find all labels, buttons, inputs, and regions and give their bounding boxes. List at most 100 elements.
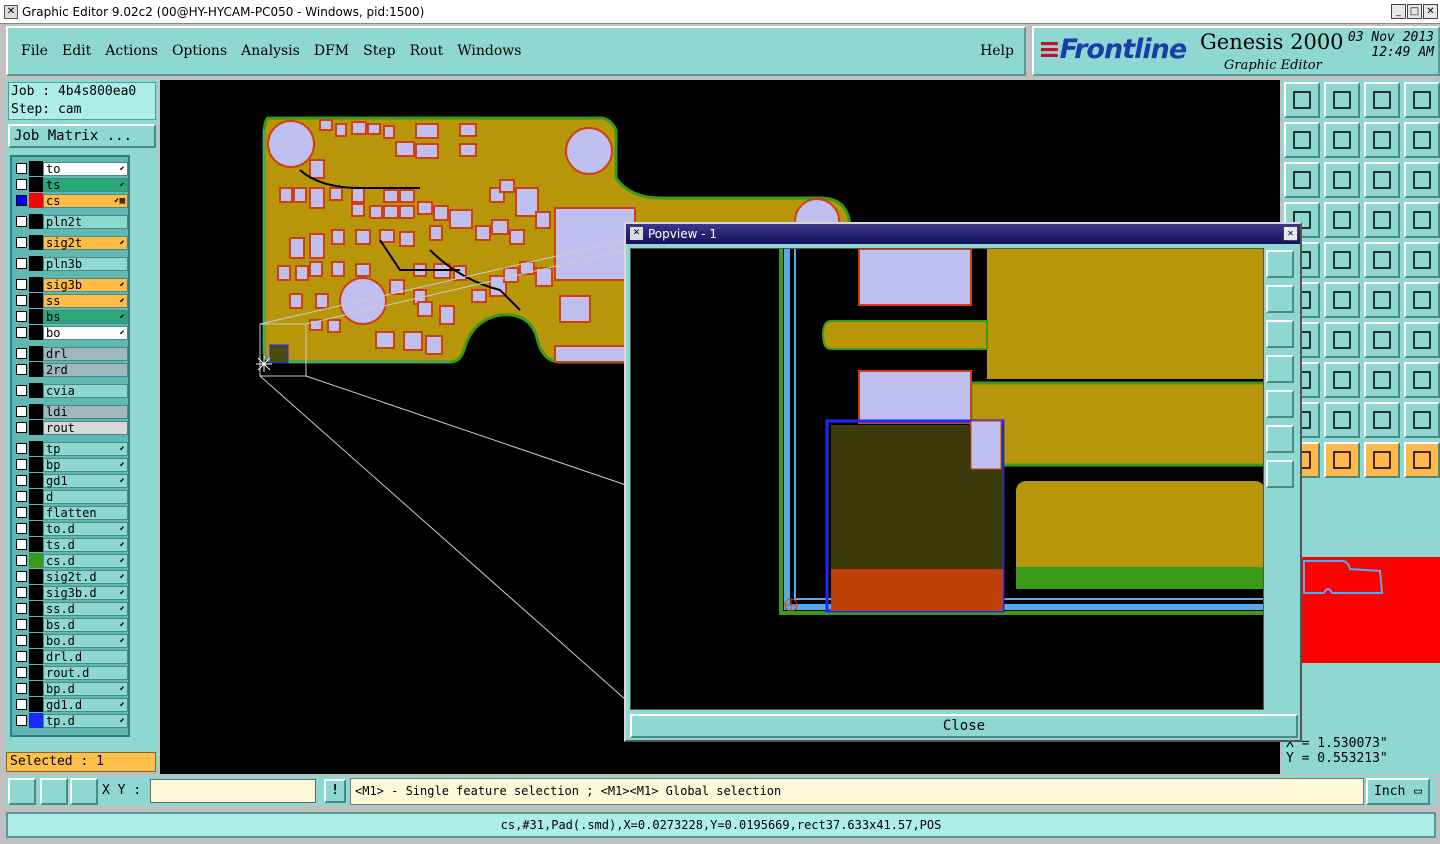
alert-icon[interactable]: ! bbox=[324, 779, 346, 803]
move-icon[interactable] bbox=[1324, 282, 1360, 318]
layer-row[interactable]: sig2t.d ⬋ bbox=[14, 569, 128, 584]
layer-color-swatch[interactable] bbox=[29, 362, 43, 377]
layer-color-swatch[interactable] bbox=[29, 256, 43, 271]
layer-checkbox[interactable] bbox=[16, 459, 27, 470]
layer-color-swatch[interactable] bbox=[29, 649, 43, 664]
layer-name[interactable]: to ⬋ bbox=[43, 161, 128, 176]
help-icon[interactable] bbox=[1404, 162, 1440, 198]
copy-icon[interactable] bbox=[1404, 362, 1440, 398]
layer-color-swatch[interactable] bbox=[29, 633, 43, 648]
cursor2-icon[interactable] bbox=[1324, 442, 1360, 478]
units-select[interactable]: Inch ▭ bbox=[1366, 778, 1430, 805]
layer-name[interactable]: cs ⬋▦ bbox=[43, 193, 128, 208]
layer-up-icon[interactable] bbox=[1284, 82, 1320, 118]
layer-row[interactable]: drl bbox=[14, 346, 128, 361]
connect-icon[interactable] bbox=[1364, 282, 1400, 318]
popview-close-button[interactable]: Close bbox=[630, 714, 1298, 738]
layer-color-swatch[interactable] bbox=[29, 404, 43, 419]
layer-checkbox[interactable] bbox=[16, 635, 27, 646]
layer-row[interactable]: sig2t ⬋ bbox=[14, 235, 128, 250]
layer-row[interactable]: ldi bbox=[14, 404, 128, 419]
layer-name[interactable]: cs.d ⬋ bbox=[43, 553, 128, 568]
job-matrix-button[interactable]: Job Matrix ... bbox=[8, 124, 156, 148]
select-tool2-icon[interactable] bbox=[1404, 202, 1440, 238]
layer-color-swatch[interactable] bbox=[29, 585, 43, 600]
layer-checkbox[interactable] bbox=[16, 587, 27, 598]
layer-color-swatch[interactable] bbox=[29, 441, 43, 456]
menu-file[interactable]: File bbox=[14, 43, 55, 59]
layer-checkbox[interactable] bbox=[16, 311, 27, 322]
layer-color-swatch[interactable] bbox=[29, 214, 43, 229]
layer-name[interactable]: drl.d bbox=[43, 649, 128, 664]
horizontal-icon[interactable] bbox=[1324, 362, 1360, 398]
layer-row[interactable]: bp ⬋ bbox=[14, 457, 128, 472]
layer-row[interactable]: flatten bbox=[14, 505, 128, 520]
arrow-triangle2-icon[interactable] bbox=[1404, 402, 1440, 438]
layer-checkbox[interactable] bbox=[16, 385, 27, 396]
layer-name[interactable]: rout.d bbox=[43, 665, 128, 680]
layer-name[interactable]: ts ⬋ bbox=[43, 177, 128, 192]
layer-row[interactable]: rout bbox=[14, 420, 128, 435]
panel-icon[interactable] bbox=[1404, 82, 1440, 118]
layer-color-swatch[interactable] bbox=[29, 383, 43, 398]
arc-icon[interactable] bbox=[1364, 322, 1400, 358]
layer-checkbox[interactable] bbox=[16, 258, 27, 269]
layer-row[interactable]: bo ⬋ bbox=[14, 325, 128, 340]
layer-checkbox[interactable] bbox=[16, 699, 27, 710]
pan-left-icon[interactable] bbox=[1284, 122, 1320, 158]
minimap[interactable] bbox=[1302, 557, 1440, 663]
layer-checkbox[interactable] bbox=[16, 295, 27, 306]
layer-color-swatch[interactable] bbox=[29, 346, 43, 361]
layer-name[interactable]: bo ⬋ bbox=[43, 325, 128, 340]
maximize-button[interactable]: □ bbox=[1407, 4, 1422, 19]
layer-row[interactable]: ts ⬋ bbox=[14, 177, 128, 192]
layer-row[interactable]: drl.d bbox=[14, 649, 128, 664]
zoom-area-icon[interactable] bbox=[8, 778, 36, 805]
layer-name[interactable]: sig3b.d ⬋ bbox=[43, 585, 128, 600]
layer-name[interactable]: ts.d ⬋ bbox=[43, 537, 128, 552]
layer-name[interactable]: ldi bbox=[43, 404, 128, 419]
measure-icon[interactable] bbox=[1364, 362, 1400, 398]
layer-name[interactable]: d bbox=[43, 489, 128, 504]
layer-name[interactable]: pln3b bbox=[43, 256, 128, 271]
layer-row[interactable]: to.d ⬋ bbox=[14, 521, 128, 536]
layer-color-swatch[interactable] bbox=[29, 325, 43, 340]
layer-checkbox[interactable] bbox=[16, 364, 27, 375]
layer-color-swatch[interactable] bbox=[29, 713, 43, 728]
layer-row[interactable]: bs ⬋ bbox=[14, 309, 128, 324]
triangle2-icon[interactable] bbox=[1324, 402, 1360, 438]
layer-row[interactable]: bs.d ⬋ bbox=[14, 617, 128, 632]
layer-color-swatch[interactable] bbox=[29, 521, 43, 536]
layer-checkbox[interactable] bbox=[16, 443, 27, 454]
popview-center-icon[interactable] bbox=[1266, 460, 1294, 488]
layer-row[interactable]: d bbox=[14, 489, 128, 504]
layer-row[interactable]: bo.d ⬋ bbox=[14, 633, 128, 648]
xy-input[interactable] bbox=[150, 779, 316, 803]
layer-checkbox[interactable] bbox=[16, 555, 27, 566]
layer-checkbox[interactable] bbox=[16, 491, 27, 502]
layer-name[interactable]: bp ⬋ bbox=[43, 457, 128, 472]
layer-down-icon[interactable] bbox=[1324, 82, 1360, 118]
layer-row[interactable]: sig3b ⬋ bbox=[14, 277, 128, 292]
layer-color-swatch[interactable] bbox=[29, 617, 43, 632]
fit-screen-icon[interactable] bbox=[1284, 162, 1320, 198]
connect2-icon[interactable] bbox=[1404, 282, 1440, 318]
layer-row[interactable]: cs.d ⬋ bbox=[14, 553, 128, 568]
line-icon[interactable] bbox=[1324, 322, 1360, 358]
layer-row[interactable]: gd1 ⬋ bbox=[14, 473, 128, 488]
snap-grid-icon[interactable] bbox=[70, 778, 98, 805]
menu-actions[interactable]: Actions bbox=[98, 43, 165, 59]
menu-dfm[interactable]: DFM bbox=[307, 43, 356, 59]
popview-up-icon[interactable] bbox=[1266, 285, 1294, 313]
popview-close-icon[interactable]: ✕ bbox=[1283, 226, 1298, 241]
layer-color-swatch[interactable] bbox=[29, 457, 43, 472]
layer-name[interactable]: drl bbox=[43, 346, 128, 361]
layer-color-swatch[interactable] bbox=[29, 601, 43, 616]
home-icon[interactable] bbox=[1364, 82, 1400, 118]
layer-name[interactable]: ss ⬋ bbox=[43, 293, 128, 308]
menu-help[interactable]: Help bbox=[980, 43, 1014, 59]
layer-color-swatch[interactable] bbox=[29, 193, 43, 208]
layer-name[interactable]: to.d ⬋ bbox=[43, 521, 128, 536]
layer-color-swatch[interactable] bbox=[29, 177, 43, 192]
layer-row[interactable]: ss ⬋ bbox=[14, 293, 128, 308]
